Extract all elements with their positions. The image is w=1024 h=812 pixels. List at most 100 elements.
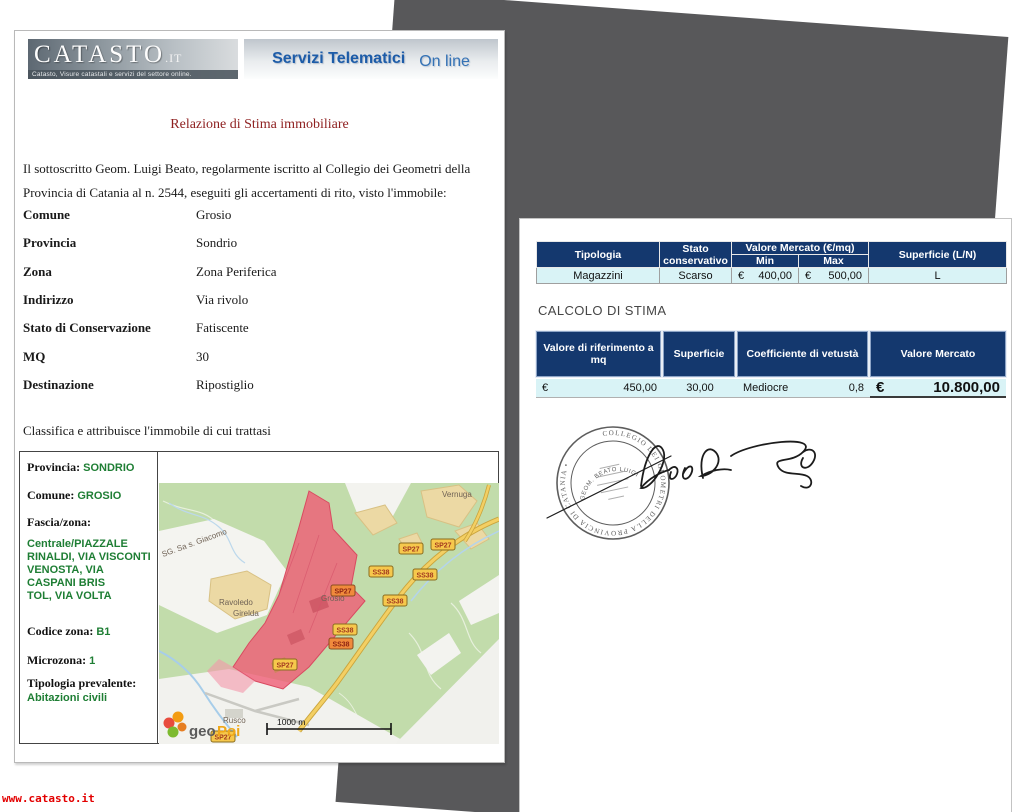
col-header-riferimento: Valore di riferimento a mq <box>536 331 661 377</box>
col-header-min: Min <box>732 255 799 268</box>
cell-superficie: 30,00 <box>663 379 737 398</box>
field-row-stato: Stato di Conservazione Fatiscente <box>23 320 493 336</box>
field-value: Via rivolo <box>196 292 248 308</box>
catasto-tagline: Catasto, Visure catastali e servizi del … <box>28 70 238 79</box>
cell-superficie: L <box>869 268 1007 284</box>
zone-tipologia-label: Tipologia prevalente: <box>27 676 136 690</box>
zone-provincia: Provincia: SONDRIO <box>27 460 134 475</box>
euro-symbol: € <box>542 382 548 394</box>
map-label-girelda: Girelda <box>233 609 259 618</box>
servizi-telematici-label: Servizi Telematici <box>272 50 405 68</box>
calc-table-row: € 450,00 30,00 Mediocre 0,8 € 10.800,00 <box>536 379 1006 398</box>
notary-stamp: COLLEGIO DEI GEOMETRI DELLA PROVINCIA DI… <box>547 417 680 550</box>
field-value: Sondrio <box>196 235 237 251</box>
zone-codice-value: B1 <box>96 626 110 638</box>
min-value: 400,00 <box>758 270 792 282</box>
field-label: Stato di Conservazione <box>23 320 151 335</box>
map-label-ravoledo: Ravoledo <box>219 598 253 607</box>
map-badge-ss38: SS38 <box>329 638 353 649</box>
zone-fascia-line2: TOL, VIA VOLTA <box>27 590 112 602</box>
field-value: Fatiscente <box>196 320 249 336</box>
field-label: Destinazione <box>23 377 94 392</box>
riferimento-value: 450,00 <box>623 382 657 394</box>
geopoi-geo: geo <box>189 723 216 740</box>
map-badge-ss38: SS38 <box>369 566 393 577</box>
svg-text:SP27: SP27 <box>402 547 419 554</box>
field-row-provincia: Provincia Sondrio <box>23 235 493 251</box>
zone-map-box: Provincia: SONDRIO Comune: GROSIO Fascia… <box>19 451 499 744</box>
cell-valore-mercato: € 10.800,00 <box>870 379 1006 398</box>
col-header-tipologia: Tipologia <box>537 242 660 268</box>
zone-map[interactable]: Vernuga Grosio Ravoledo Girelda Rusco SG… <box>159 483 499 744</box>
coeff-value: 0,8 <box>849 382 864 394</box>
cell-coefficiente: Mediocre 0,8 <box>737 379 870 398</box>
catasto-logo-tld: .IT <box>165 51 182 65</box>
superficie-value: 30,00 <box>686 382 714 394</box>
zone-fascia-line1: Centrale/PIAZZALE RINALDI, VIA VISCONTI … <box>27 538 151 589</box>
map-badge-sp27: SP27 <box>431 539 455 550</box>
field-label: Zona <box>23 264 52 279</box>
field-value: Zona Periferica <box>196 264 276 280</box>
map-image: Vernuga Grosio Ravoledo Girelda Rusco SG… <box>159 483 499 744</box>
map-badge-ss38: SS38 <box>383 595 407 606</box>
cell-tipologia: Magazzini <box>537 268 660 284</box>
svg-text:SS38: SS38 <box>372 570 389 577</box>
map-badge-sp27: SP27 <box>273 659 297 670</box>
coeff-label: Mediocre <box>743 382 788 394</box>
zone-fascia-label: Fascia/zona: <box>27 515 91 530</box>
field-row-mq: MQ 30 <box>23 349 493 365</box>
report-page-2: Tipologia Stato conservativo Valore Merc… <box>519 218 1012 812</box>
field-label: Comune <box>23 207 70 222</box>
map-badge-ss38: SS38 <box>413 569 437 580</box>
table-row: Magazzini Scarso € 400,00 € 500,00 L <box>537 268 1007 284</box>
field-value: Grosio <box>196 207 231 223</box>
zone-provincia-value: SONDRIO <box>83 462 134 474</box>
cell-max: € 500,00 <box>799 268 869 284</box>
zone-microzona-label: Microzona: <box>27 653 86 667</box>
svg-text:SS38: SS38 <box>336 628 353 635</box>
map-badge-sp27: SP27 <box>399 543 423 554</box>
calc-table-header: Valore di riferimento a mq Superficie Co… <box>536 331 1006 377</box>
svg-text:SP27: SP27 <box>434 543 451 550</box>
col-header-max: Max <box>799 255 869 268</box>
svg-text:COLLEGIO DEI GEOMETRI DELLA PR: COLLEGIO DEI GEOMETRI DELLA PROVINCIA DI… <box>549 419 677 547</box>
field-row-comune: Comune Grosio <box>23 207 493 223</box>
calc-section-title: CALCOLO DI STIMA <box>538 303 666 318</box>
catasto-logo: CATASTO.IT Catasto, Visure catastali e s… <box>28 39 238 79</box>
col-header-superficie: Superficie <box>663 331 735 377</box>
stamp-inner-text: GEOM. BEATO LUIGI <box>575 462 643 502</box>
zone-codice: Codice zona: B1 <box>27 624 110 639</box>
col-header-coefficiente: Coefficiente di vetustà <box>737 331 868 377</box>
cell-riferimento: € 450,00 <box>536 379 663 398</box>
euro-symbol: € <box>805 270 811 282</box>
handwritten-signature <box>547 442 815 518</box>
svg-text:SS38: SS38 <box>416 573 433 580</box>
market-values-table: Tipologia Stato conservativo Valore Merc… <box>536 241 1007 284</box>
zone-comune-label: Comune: <box>27 488 74 502</box>
servizi-banner: Servizi Telematici On line <box>244 39 498 79</box>
field-label: Provincia <box>23 235 76 250</box>
zone-comune-value: GROSIO <box>77 490 121 502</box>
intro-paragraph: Il sottoscritto Geom. Luigi Beato, regol… <box>23 157 499 205</box>
zone-comune: Comune: GROSIO <box>27 488 121 503</box>
stamp-and-signature: COLLEGIO DEI GEOMETRI DELLA PROVINCIA DI… <box>545 414 845 564</box>
field-value: Ripostiglio <box>196 377 254 393</box>
col-header-valore-mercato: Valore Mercato (€/mq) <box>732 242 869 255</box>
max-value: 500,00 <box>828 270 862 282</box>
report-page-1: CATASTO.IT Catasto, Visure catastali e s… <box>14 30 505 763</box>
zone-info-panel: Provincia: SONDRIO Comune: GROSIO Fascia… <box>20 452 158 743</box>
field-row-destinazione: Destinazione Ripostiglio <box>23 377 493 393</box>
footer-url[interactable]: www.catasto.it <box>2 792 95 805</box>
col-header-stato: Stato conservativo <box>660 242 732 268</box>
map-scale-label: 1000 m <box>277 717 305 727</box>
field-label: Indirizzo <box>23 292 74 307</box>
cell-min: € 400,00 <box>732 268 799 284</box>
cell-stato: Scarso <box>660 268 732 284</box>
field-value: 30 <box>196 349 209 365</box>
online-label: On line <box>419 47 470 71</box>
catasto-logo-wordmark: CATASTO.IT <box>28 41 238 70</box>
valore-mercato-value: 10.800,00 <box>933 379 1000 396</box>
svg-text:SP27: SP27 <box>334 589 351 596</box>
svg-text:SS38: SS38 <box>386 599 403 606</box>
geopoi-poi: Poi <box>217 723 240 740</box>
